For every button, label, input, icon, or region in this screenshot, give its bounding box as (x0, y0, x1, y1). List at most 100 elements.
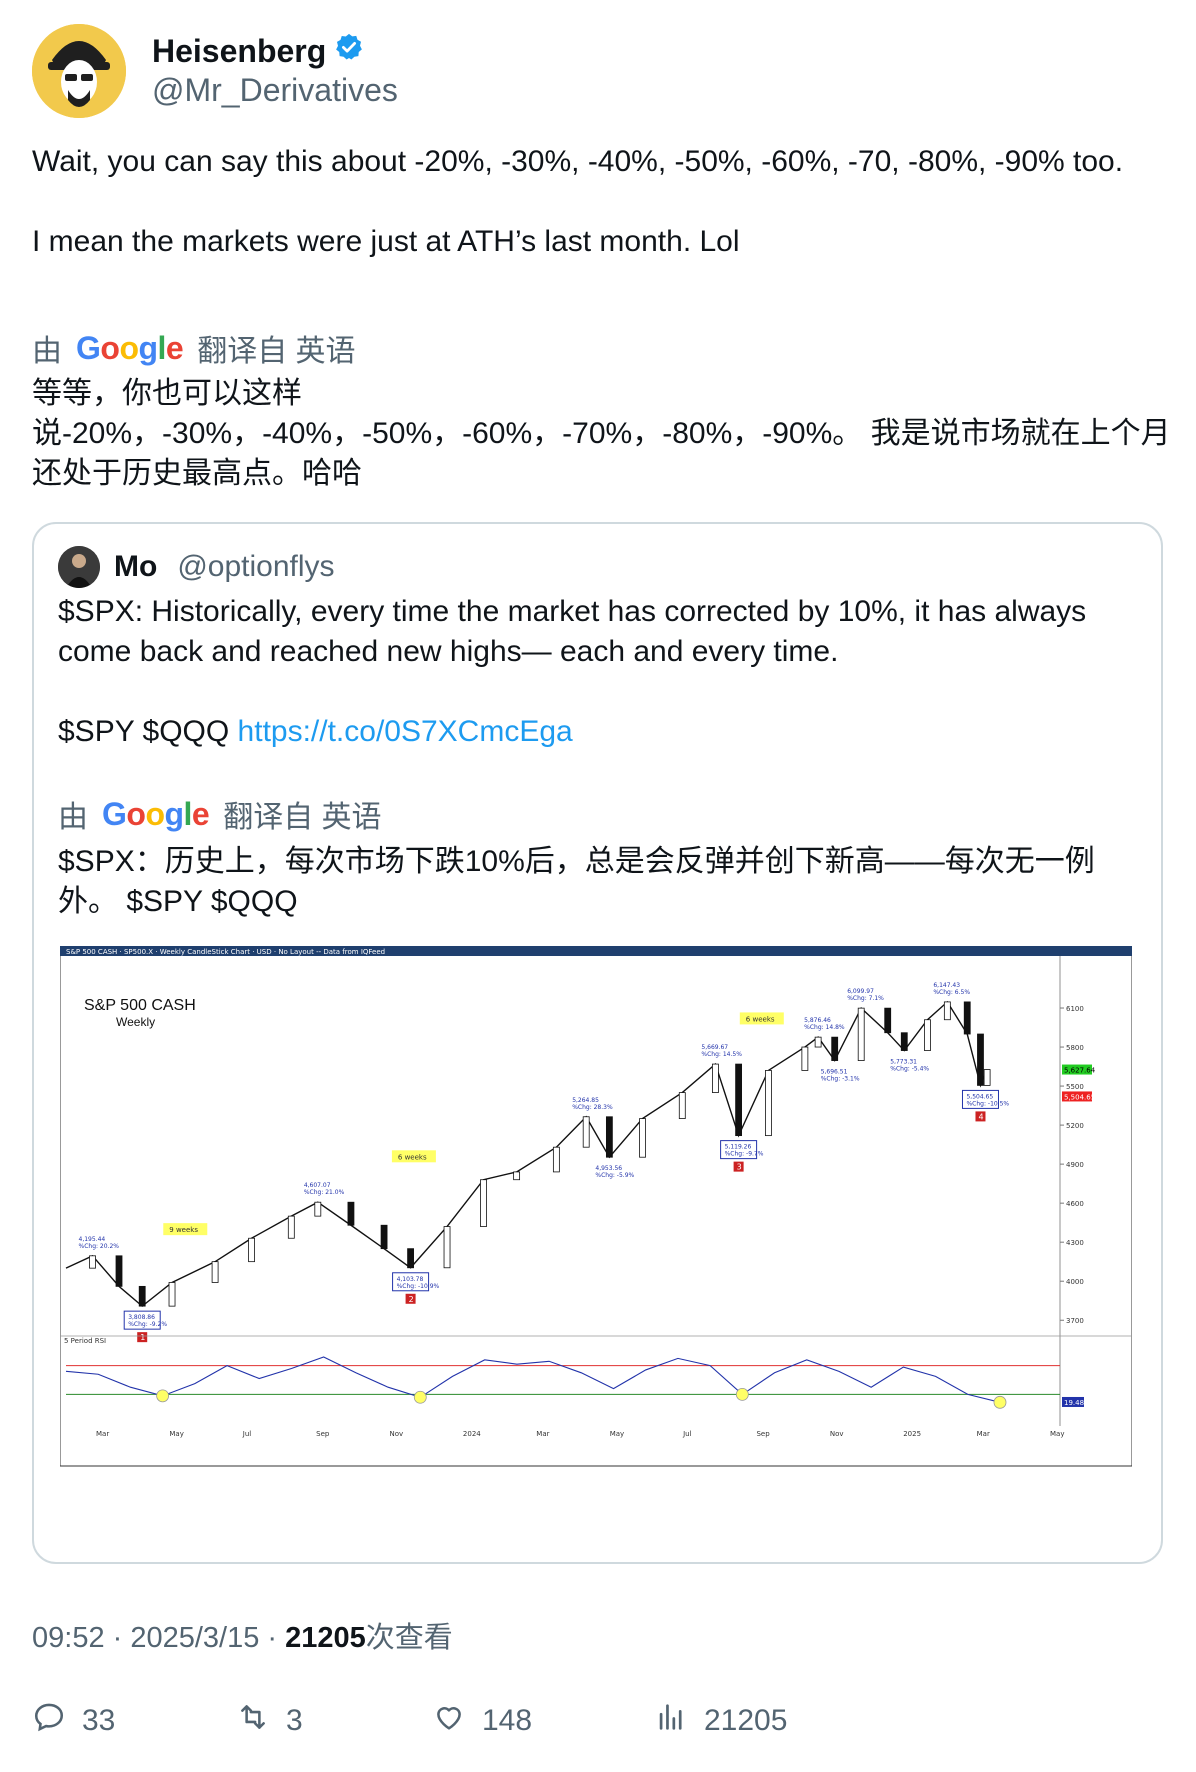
candle (380, 1224, 388, 1250)
annotation-change: %Chg: -9.7% (725, 1151, 764, 1158)
candle (735, 1063, 743, 1137)
week-box-label: 6 weeks (398, 1153, 427, 1161)
candle (582, 1116, 590, 1148)
annotation-price: 4,195.44 (79, 1236, 106, 1243)
candle (115, 1255, 123, 1287)
spx-chart: S&P 500 CASH · SP500.X · Weekly CandleSt… (59, 945, 1133, 1467)
quote-translate-prefix: 由 (58, 801, 88, 834)
quote-link[interactable]: https://t.co/0S7XCmcEga (238, 715, 573, 748)
candle (513, 1171, 521, 1181)
y-tick-label: 5500 (1066, 1083, 1084, 1091)
quote-body: $SPX: Historically, every time the marke… (58, 595, 1087, 668)
translation-attribution: 由 Google 翻译自 英语 (32, 326, 356, 370)
y-tick-label: 4300 (1066, 1239, 1084, 1247)
tweet-line-2: I mean the markets were just at ATH’s la… (32, 225, 740, 258)
x-tick-label: May (169, 1430, 183, 1438)
candle (211, 1261, 219, 1283)
annotation-change: %Chg: 20.2% (79, 1243, 120, 1250)
quote-handle[interactable]: @optionflys (177, 550, 334, 584)
views-button[interactable]: 21205 (654, 1700, 787, 1742)
translated-text: 等等，你也可以这样 说-20%，-30%，-40%，-50%，-60%，-70%… (32, 374, 1172, 494)
translate-prefix: 由 (32, 335, 62, 368)
tweet-timestamp[interactable]: 09:52 · 2025/3/15 · (32, 1622, 285, 1654)
spx-chart-image[interactable]: S&P 500 CASH · SP500.X · Weekly CandleSt… (59, 945, 1133, 1514)
candle (605, 1116, 613, 1158)
rsi-oversold-marker (735, 1387, 749, 1401)
repost-button[interactable]: 3 (236, 1700, 303, 1742)
y-tick-label: 4600 (1066, 1200, 1084, 1208)
quote-translate-suffix: 翻译自 英语 (223, 801, 382, 834)
google-logo-icon: Google (102, 795, 210, 832)
annotation-price: 3,808.86 (128, 1314, 155, 1321)
x-tick-label: Sep (756, 1430, 770, 1438)
x-tick-label: Nov (830, 1430, 844, 1438)
x-tick-label: Mar (96, 1430, 109, 1438)
annotation-price: 5,773.31 (890, 1059, 917, 1066)
quote-display-name[interactable]: Mo (114, 550, 157, 584)
last-price-label: 5,627.64 (1064, 1067, 1096, 1075)
annotation-price: 6,147.43 (933, 982, 960, 989)
x-tick-label: 2025 (903, 1430, 921, 1438)
annotation-change: %Chg: -3.1% (821, 1076, 860, 1083)
week-box-label: 6 weeks (746, 1015, 775, 1023)
verified-badge-icon (334, 32, 364, 70)
quote-text: $SPX: Historically, every time the marke… (58, 592, 1148, 752)
tweet-author[interactable]: Heisenberg @Mr_Derivatives (32, 24, 398, 118)
y-tick-label: 5800 (1066, 1044, 1084, 1052)
x-tick-label: May (1050, 1430, 1064, 1438)
candle (943, 1001, 951, 1021)
chart-frame (59, 945, 1133, 1467)
chart-subtitle: Weekly (116, 1015, 155, 1029)
x-tick-label: Mar (977, 1430, 990, 1438)
quote-translation-attribution: 由 Google 翻译自 英语 (58, 792, 382, 836)
rsi-oversold-marker (413, 1390, 427, 1404)
rsi-last-label: 19.48 (1064, 1399, 1084, 1407)
rsi-label: 5 Period RSI (64, 1337, 106, 1345)
x-tick-label: Jul (242, 1430, 252, 1438)
rsi-oversold-marker (993, 1395, 1007, 1409)
candle (857, 1007, 865, 1061)
candle (89, 1255, 96, 1269)
annotation-price: 5,504.65 (966, 1093, 993, 1100)
candle (248, 1237, 255, 1263)
reply-button[interactable]: 33 (32, 1700, 115, 1742)
annotation-price: 5,876.46 (804, 1017, 831, 1024)
candle (347, 1201, 355, 1226)
current-price-label: 5,504.65 (1064, 1093, 1095, 1101)
annotation-number: 1 (140, 1333, 145, 1342)
candle (712, 1063, 719, 1093)
annotation-number: 4 (978, 1112, 983, 1121)
x-tick-label: Sep (316, 1430, 330, 1438)
annotation-price: 5,264.85 (572, 1097, 599, 1104)
annotation-change: %Chg: 6.5% (933, 989, 970, 996)
views-count: 21205 (285, 1622, 366, 1654)
tweet-text: Wait, you can say this about -20%, -30%,… (32, 142, 1167, 262)
y-tick-label: 5200 (1066, 1122, 1084, 1130)
author-avatar[interactable] (32, 24, 126, 118)
author-display-name[interactable]: Heisenberg (152, 32, 326, 70)
chart-header-text: S&P 500 CASH · SP500.X · Weekly CandleSt… (66, 948, 385, 956)
views-action-count: 21205 (704, 1704, 788, 1737)
candle (678, 1092, 686, 1119)
y-tick-label: 4900 (1066, 1161, 1084, 1169)
like-count: 148 (482, 1704, 533, 1737)
chart-title: S&P 500 CASH (84, 997, 196, 1014)
like-button[interactable]: 148 (432, 1700, 532, 1742)
annotation-change: %Chg: -5.4% (890, 1066, 929, 1073)
y-tick-label: 4000 (1066, 1278, 1084, 1286)
x-tick-label: 2024 (463, 1430, 481, 1438)
annotation-number: 2 (409, 1295, 414, 1304)
candle (407, 1248, 414, 1269)
views-label: 次查看 (365, 1622, 453, 1654)
action-bar: 33 3 148 21205 (32, 1700, 1164, 1740)
y-tick-label: 3700 (1066, 1317, 1084, 1325)
x-tick-label: Jul (682, 1430, 692, 1438)
tweet-meta: 09:52 · 2025/3/15 · 21205次查看 (32, 1614, 453, 1656)
candle (138, 1285, 146, 1307)
annotation-change: %Chg: 21.0% (304, 1189, 345, 1196)
quoted-tweet[interactable]: Mo @optionflys $SPX: Historically, every… (32, 522, 1163, 1564)
author-handle[interactable]: @Mr_Derivatives (152, 70, 398, 110)
annotation-change: %Chg: -10.9% (397, 1283, 440, 1290)
quote-avatar[interactable] (58, 546, 100, 588)
quote-author[interactable]: Mo @optionflys (58, 546, 335, 588)
